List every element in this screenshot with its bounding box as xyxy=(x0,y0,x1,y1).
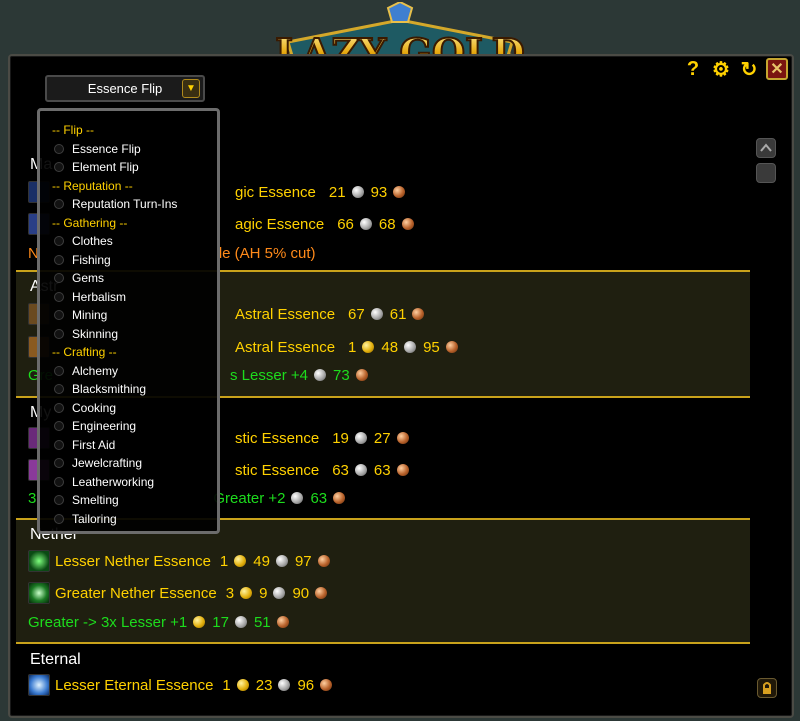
menu-label: First Aid xyxy=(72,437,116,452)
radio-icon xyxy=(54,513,64,524)
menu-label: Blacksmithing xyxy=(72,382,147,396)
separator xyxy=(16,642,750,644)
item-row: Lesser Nether Essence 1 49 97 xyxy=(28,549,332,573)
menu-option[interactable]: Smelting xyxy=(52,491,119,509)
radio-icon xyxy=(54,476,64,487)
refresh-icon[interactable]: ↻ xyxy=(738,58,760,81)
greater-nether-essence-icon xyxy=(28,582,50,604)
radio-icon xyxy=(54,439,64,450)
lock-icon[interactable] xyxy=(757,678,777,698)
menu-label: Alchemy xyxy=(72,363,119,378)
menu-option[interactable]: Engineering xyxy=(52,417,136,435)
menu-label: Smelting xyxy=(72,493,119,507)
radio-icon xyxy=(54,495,64,505)
menu-label: Gems xyxy=(72,271,105,285)
item-row: Lesser Eternal Essence 1 23 96 xyxy=(28,673,334,697)
menu-label: Element Flip xyxy=(72,160,139,174)
radio-icon xyxy=(54,384,64,394)
menu-label: Fishing xyxy=(72,252,111,267)
radio-icon xyxy=(54,402,64,413)
item-row: Greater Nether Essence 3 9 90 xyxy=(28,581,329,605)
lesser-nether-essence-icon xyxy=(28,550,50,572)
radio-icon xyxy=(54,310,64,320)
menu-category-header: -- Gathering -- xyxy=(52,214,127,232)
menu-option[interactable]: Herbalism xyxy=(52,288,126,306)
section-nether: Nether Lesser Nether Essence 1 49 97 Gre… xyxy=(16,518,750,642)
menu-label: Clothes xyxy=(72,234,113,248)
menu-label: Essence Flip xyxy=(72,141,141,156)
menu-category-header: -- Flip -- xyxy=(52,121,94,139)
menu-option[interactable]: Jewelcrafting xyxy=(52,454,142,472)
menu-option[interactable]: Element Flip xyxy=(52,158,139,176)
menu-label: -- Gathering -- xyxy=(52,215,128,230)
radio-icon xyxy=(54,162,64,172)
scroll-up-button[interactable] xyxy=(756,138,776,158)
radio-icon xyxy=(54,328,64,339)
menu-option[interactable]: Leatherworking xyxy=(52,473,154,491)
radio-icon xyxy=(54,273,64,283)
menu-category-header: -- Crafting -- xyxy=(52,343,117,361)
radio-icon xyxy=(54,421,64,431)
close-icon[interactable]: ✕ xyxy=(766,58,788,80)
chevron-down-icon[interactable]: ▼ xyxy=(182,79,200,98)
menu-option[interactable]: Clothes xyxy=(52,232,113,250)
scroll-thumb[interactable] xyxy=(756,163,776,183)
menu-label: Skinning xyxy=(72,326,119,341)
window-controls: ? ⚙ ↻ ✕ xyxy=(682,58,788,81)
menu-label: -- Reputation -- xyxy=(52,178,133,193)
menu-option[interactable]: Reputation Turn-Ins xyxy=(52,195,177,213)
menu-label: Reputation Turn-Ins xyxy=(72,197,178,211)
radio-icon xyxy=(54,291,64,302)
menu-option[interactable]: First Aid xyxy=(52,436,115,454)
menu-option[interactable]: Essence Flip xyxy=(52,140,141,158)
menu-label: Herbalism xyxy=(72,289,127,304)
menu-label: Cooking xyxy=(72,400,117,415)
menu-option[interactable]: Mining xyxy=(52,306,107,324)
radio-icon xyxy=(54,365,64,376)
menu-option[interactable]: Blacksmithing xyxy=(52,380,146,398)
radio-icon xyxy=(54,458,64,468)
menu-label: Engineering xyxy=(72,419,137,433)
radio-icon xyxy=(54,199,64,209)
profit-row: Greater -> 3x Lesser +1 17 51 xyxy=(28,610,291,634)
category-dropdown[interactable]: Essence Flip ▼ xyxy=(45,75,205,102)
menu-option[interactable]: Fishing xyxy=(52,251,111,269)
dropdown-selected-label: Essence Flip xyxy=(87,81,163,96)
lesser-eternal-essence-icon xyxy=(28,674,50,696)
section-heading: Eternal xyxy=(30,651,81,668)
menu-option[interactable]: Tailoring xyxy=(52,510,117,528)
menu-label: -- Flip -- xyxy=(52,123,94,137)
help-icon[interactable]: ? xyxy=(682,58,704,80)
menu-option[interactable]: Skinning xyxy=(52,325,118,343)
menu-option[interactable]: Gems xyxy=(52,269,104,287)
menu-category-header: -- Reputation -- xyxy=(52,177,133,195)
menu-label: Jewelcrafting xyxy=(72,456,143,470)
section-eternal: Eternal Lesser Eternal Essence 1 23 96 xyxy=(16,642,750,712)
category-menu: -- Flip -- Essence Flip Element Flip -- Rep… xyxy=(37,108,220,534)
menu-option[interactable]: Alchemy xyxy=(52,362,118,380)
menu-option[interactable]: Cooking xyxy=(52,399,116,417)
menu-label: Mining xyxy=(72,308,108,322)
gear-icon[interactable]: ⚙ xyxy=(710,58,732,81)
menu-label: -- Crafting -- xyxy=(52,345,117,359)
menu-label: Leatherworking xyxy=(72,474,155,489)
radio-icon xyxy=(54,236,64,246)
radio-icon xyxy=(54,254,64,265)
radio-icon xyxy=(54,143,64,154)
menu-label: Tailoring xyxy=(72,511,117,526)
chevron-up-icon xyxy=(760,143,772,152)
